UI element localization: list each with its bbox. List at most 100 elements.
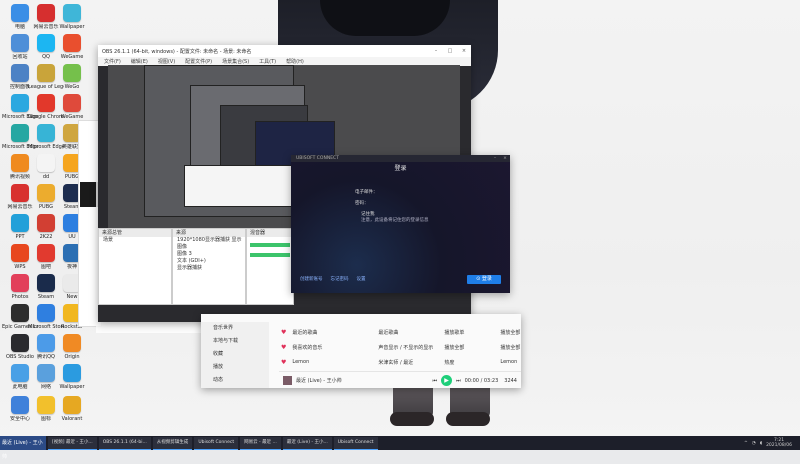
menu-edit[interactable]: 编辑(E): [131, 58, 148, 65]
app-icon: [11, 4, 29, 22]
close-icon[interactable]: ×: [500, 156, 510, 161]
maximize-icon[interactable]: □: [443, 48, 457, 54]
song-extra: 播放全部: [500, 345, 521, 351]
app-icon: [37, 274, 55, 292]
settings-link[interactable]: 设置: [357, 276, 366, 282]
system-tray: ^ ◔ ◖ 7:21 2021/08/06: [744, 438, 800, 448]
sidebar-item[interactable]: 播放: [201, 361, 269, 374]
next-icon[interactable]: ⏭: [456, 378, 461, 384]
menu-profile[interactable]: 配置文件(P): [185, 58, 212, 65]
ubisoft-title-bar[interactable]: UBISOFT CONNECT – ×: [291, 155, 510, 162]
source-item[interactable]: 1920*1080显示器捕获 显示: [173, 237, 245, 244]
taskbar-item[interactable]: [视频] 最近 - 王小...: [48, 436, 97, 450]
menu-view[interactable]: 视图(V): [158, 58, 175, 65]
app-icon: [37, 94, 55, 112]
close-icon[interactable]: ×: [457, 48, 471, 54]
desktop-icon[interactable]: WeGame: [54, 94, 90, 120]
prev-icon[interactable]: ⏮: [433, 378, 438, 384]
song-row[interactable]: ♥ 最近的歌曲 最近歌曲 播放歌单 播放全部: [281, 329, 520, 336]
music-player-window[interactable]: 音乐世界 本地与下载 收藏 播放 动态 ♥ 最近的歌曲 最近歌曲 播放歌单 播放…: [201, 314, 521, 388]
heart-icon[interactable]: ♥: [281, 329, 286, 336]
app-icon: [37, 364, 55, 382]
remember-notice: 注意，此设备将记住您的登录信息: [361, 218, 429, 223]
sidebar-item[interactable]: 音乐世界: [201, 322, 269, 335]
chevron-up-icon[interactable]: ^: [744, 441, 748, 446]
desktop-icon[interactable]: WeGame: [54, 34, 90, 60]
menu-file[interactable]: 文件(F): [104, 58, 121, 65]
wallpaper-figure-left-shoe: [390, 412, 434, 426]
song-album: 播放歌单: [444, 330, 465, 336]
source-item[interactable]: 文本 (GDI+): [173, 258, 245, 265]
app-icon: [11, 274, 29, 292]
scenes-panel: 来源总管 场景: [98, 228, 172, 305]
mixer-panel: 混音器: [246, 228, 294, 305]
network-icon[interactable]: ◔: [752, 441, 756, 446]
app-icon: [63, 64, 81, 82]
song-extra: Lemon: [500, 359, 518, 365]
menu-help[interactable]: 帮助(H): [286, 58, 304, 65]
minimize-icon[interactable]: –: [429, 48, 443, 54]
taskbar-now-playing[interactable]: 最近 (Live) - 王小帅: [0, 436, 46, 460]
song-title: 我喜欢的音乐: [292, 345, 323, 351]
desktop-icon[interactable]: Valorant: [54, 396, 90, 422]
song-artist: 最近歌曲: [378, 330, 399, 336]
app-icon: [11, 64, 29, 82]
sources-panel: 来源 1920*1080显示器捕获 显示 图像 图像 3 文本 (GDI+) 显…: [172, 228, 246, 305]
source-item[interactable]: 图像 3: [173, 251, 245, 258]
audio-meter: [250, 243, 290, 247]
taskbar-item[interactable]: Ubisoft Connect: [194, 436, 239, 450]
menu-scene-collection[interactable]: 场景集合(S): [222, 58, 249, 65]
app-icon: [11, 334, 29, 352]
heart-icon[interactable]: ♥: [281, 359, 286, 366]
app-icon: [63, 396, 81, 414]
app-icon: [37, 304, 55, 322]
login-button[interactable]: ⊙ 登录: [467, 275, 501, 284]
nested-panel-preview: [184, 165, 306, 207]
taskbar-item[interactable]: Ubisoft Connect: [333, 436, 378, 450]
ubisoft-title: UBISOFT CONNECT: [296, 156, 339, 161]
taskbar-item[interactable]: 从视频剪辑生成: [152, 436, 193, 450]
create-account-link[interactable]: 创建新账号: [300, 276, 323, 282]
taskbar-item[interactable]: 最近 (Live) - 王小...: [282, 436, 332, 450]
obs-title-bar[interactable]: OBS 26.1.1 (64-bit, windows) - 配置文件: 未命名…: [98, 45, 471, 57]
ubisoft-login-heading: 登录: [394, 165, 407, 172]
song-row[interactable]: ♥ Lemon 米津玄师 / 最近 热度 Lemon: [281, 359, 517, 366]
audio-meter: [250, 253, 290, 257]
player-bar: 最近 (Live) - 王小帅 ⏮ ▶ ⏭ 00:00 / 03:23 3244: [279, 371, 521, 389]
source-item[interactable]: 显示器捕获: [173, 265, 245, 272]
volume-icon[interactable]: ◖: [760, 441, 762, 446]
app-icon: [11, 184, 29, 202]
scene-item[interactable]: 场景: [99, 237, 171, 244]
desktop-icon[interactable]: Origin: [54, 334, 90, 360]
desktop-icon[interactable]: Wallpaper: [54, 364, 90, 390]
heart-icon[interactable]: ♥: [281, 344, 286, 351]
app-icon: [11, 154, 29, 172]
taskbar-item[interactable]: OBS 26.1.1 (64-bi...: [98, 436, 151, 450]
ubisoft-connect-window[interactable]: UBISOFT CONNECT – × 登录 电子邮件： 密码： 记住我 注意，…: [291, 155, 510, 293]
album-cover: [283, 376, 292, 385]
desktop-icon-label: Valorant: [61, 416, 83, 422]
sidebar-item[interactable]: 本地与下载: [201, 335, 269, 348]
taskbar-item[interactable]: 网易云 - 最近 ...: [240, 436, 281, 450]
minimize-icon[interactable]: –: [490, 156, 500, 161]
sidebar-item[interactable]: 收藏: [201, 348, 269, 361]
app-icon: [37, 154, 55, 172]
song-row[interactable]: ♥ 我喜欢的音乐 声音显示 / 不显示的显示 播放全部 播放全部: [281, 344, 520, 351]
app-icon: [37, 214, 55, 232]
play-icon[interactable]: ▶: [441, 375, 453, 386]
desktop-icon[interactable]: Wallpaper: [54, 4, 90, 30]
email-label: 电子邮件：: [355, 190, 378, 195]
desktop-icon-label: Wallpaper: [59, 384, 85, 390]
sidebar-item[interactable]: 动态: [201, 374, 269, 387]
playback-time: 00:00 / 03:23: [464, 377, 499, 384]
menu-tools[interactable]: 工具(T): [259, 58, 276, 65]
taskbar-clock[interactable]: 7:21 2021/08/06: [766, 438, 792, 448]
forgot-password-link[interactable]: 忘记密码: [331, 276, 349, 282]
mixer-header: 混音器: [247, 229, 293, 237]
source-item[interactable]: 图像: [173, 244, 245, 251]
wallpaper-figure-right-shoe: [446, 412, 490, 426]
desktop-icon[interactable]: WeGo: [54, 64, 90, 90]
desktop-icon-label: WeGame: [60, 54, 84, 60]
desktop-icon-label: WeGo: [64, 84, 80, 90]
scenes-header: 来源总管: [99, 229, 171, 237]
